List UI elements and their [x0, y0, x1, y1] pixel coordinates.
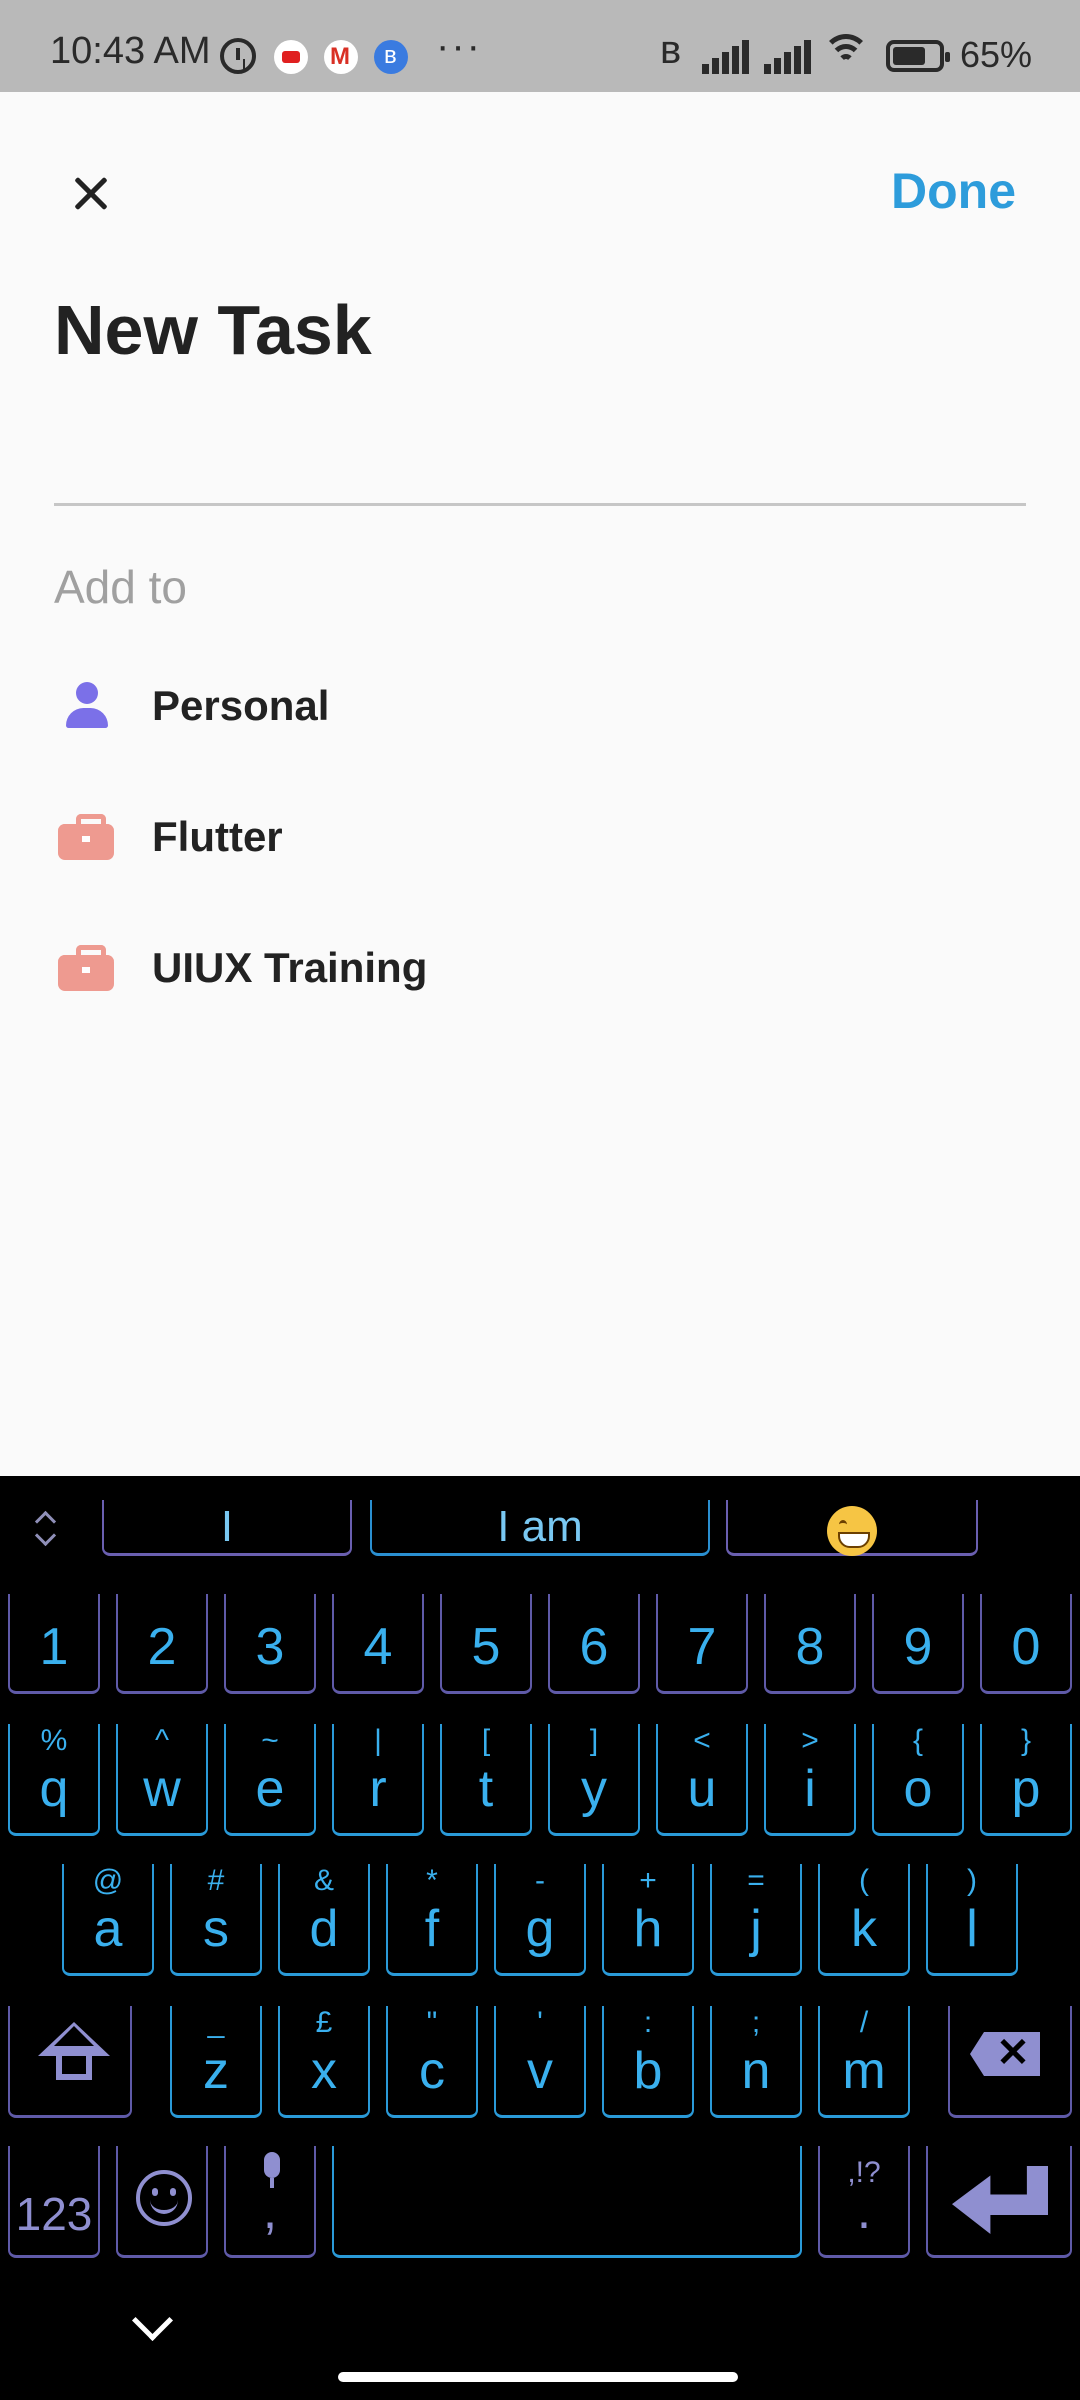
key-n[interactable]: ; n: [710, 2006, 802, 2118]
wifi-icon: [822, 34, 870, 74]
signal-icon: [702, 40, 750, 74]
list-item-personal[interactable]: Personal: [54, 656, 1026, 756]
key-s[interactable]: # s: [170, 1864, 262, 1976]
enter-icon: [952, 2166, 1048, 2234]
status-bar: 10:43 AM ··· ʙ 65%: [0, 0, 1080, 92]
bluetooth-icon: ʙ: [660, 28, 682, 72]
key-q[interactable]: % q: [8, 1724, 100, 1836]
list-item-uiux-training[interactable]: UIUX Training: [54, 918, 1026, 1018]
key-f[interactable]: * f: [386, 1864, 478, 1976]
shift-icon: [38, 2022, 110, 2056]
status-time: 10:43 AM: [50, 30, 211, 72]
expand-suggestions-icon[interactable]: [30, 1510, 60, 1550]
key-d[interactable]: & d: [278, 1864, 370, 1976]
signal-icon: [764, 40, 812, 74]
key-5[interactable]: 5: [440, 1594, 532, 1694]
key-4[interactable]: 4: [332, 1594, 424, 1694]
key-j[interactable]: = j: [710, 1864, 802, 1976]
key-g[interactable]: -g: [494, 1864, 586, 1976]
briefcase-icon: [58, 945, 114, 991]
battery-icon: [886, 40, 950, 72]
key-u[interactable]: < u: [656, 1724, 748, 1836]
key-x[interactable]: £ x: [278, 2006, 370, 2118]
key-w[interactable]: ^ w: [116, 1724, 208, 1836]
emoji-key[interactable]: [116, 2146, 208, 2258]
key-0[interactable]: 0: [980, 1594, 1072, 1694]
key-7[interactable]: 7: [656, 1594, 748, 1694]
period-key[interactable]: ,!?.: [818, 2146, 910, 2258]
battery-percentage: 65%: [960, 34, 1033, 75]
space-key[interactable]: [332, 2146, 802, 2258]
key-m[interactable]: / m: [818, 2006, 910, 2118]
key-c[interactable]: " c: [386, 2006, 478, 2118]
close-icon[interactable]: [62, 160, 130, 228]
key-z[interactable]: _ z: [170, 2006, 262, 2118]
key-e[interactable]: ~ e: [224, 1724, 316, 1836]
key-t[interactable]: [t: [440, 1724, 532, 1836]
microphone-icon: [264, 2152, 280, 2188]
home-indicator[interactable]: [338, 2372, 738, 2382]
key-i[interactable]: > i: [764, 1724, 856, 1836]
person-icon: [62, 682, 110, 730]
key-y[interactable]: ] y: [548, 1724, 640, 1836]
soft-keyboard: I I am 1 2 3 4 5 6 7 8 9 0 % q ^ w ~ e | r […: [0, 1476, 1080, 2400]
suggestion-1[interactable]: I: [102, 1500, 352, 1556]
key-8[interactable]: 8: [764, 1594, 856, 1694]
key-2[interactable]: 2: [116, 1594, 208, 1694]
list-item-label: Personal: [152, 682, 330, 729]
key-b[interactable]: :b: [602, 2006, 694, 2118]
briefcase-icon: [58, 814, 114, 860]
task-title-input[interactable]: [54, 400, 1026, 506]
key-v[interactable]: ' v: [494, 2006, 586, 2118]
key-l[interactable]: ) l: [926, 1864, 1018, 1976]
key-a[interactable]: @ a: [62, 1864, 154, 1976]
key-r[interactable]: | r: [332, 1724, 424, 1836]
key-k[interactable]: (k: [818, 1864, 910, 1976]
key-3[interactable]: 3: [224, 1594, 316, 1694]
comma-key[interactable]: ,: [224, 2146, 316, 2258]
youtube-icon: [274, 40, 308, 74]
enter-key[interactable]: [926, 2146, 1072, 2258]
numbers-mode-key[interactable]: 123: [8, 2146, 100, 2258]
shift-key[interactable]: [8, 2006, 132, 2118]
alarm-icon: [220, 38, 256, 74]
key-6[interactable]: 6: [548, 1594, 640, 1694]
key-h[interactable]: + h: [602, 1864, 694, 1976]
backspace-key[interactable]: ✕: [948, 2006, 1072, 2118]
smile-icon: [136, 2170, 192, 2226]
page-title: New Task: [54, 291, 372, 369]
key-1[interactable]: 1: [8, 1594, 100, 1694]
suggestion-2[interactable]: I am: [370, 1500, 710, 1556]
bluetooth-app-icon: [374, 40, 408, 74]
list-item-flutter[interactable]: Flutter: [54, 787, 1026, 887]
hide-keyboard-icon[interactable]: [132, 2306, 172, 2346]
key-9[interactable]: 9: [872, 1594, 964, 1694]
more-notifications-icon: ···: [436, 24, 482, 68]
list-item-label: Flutter: [152, 813, 283, 860]
grinning-face-icon: [827, 1506, 877, 1556]
suggestion-emoji[interactable]: [726, 1500, 978, 1556]
list-item-label: UIUX Training: [152, 944, 428, 991]
gmail-icon: [324, 40, 358, 74]
key-o[interactable]: {o: [872, 1724, 964, 1836]
key-p[interactable]: } p: [980, 1724, 1072, 1836]
done-button[interactable]: Done: [891, 162, 1016, 220]
add-to-label: Add to: [54, 561, 187, 613]
